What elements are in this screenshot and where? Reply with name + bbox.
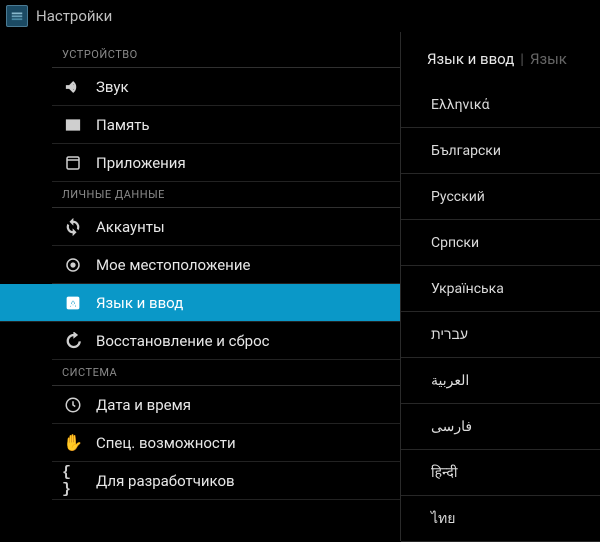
language-option[interactable]: Српски — [401, 220, 600, 266]
sidebar-item-label: Аккаунты — [96, 218, 165, 236]
sidebar-item-label: Приложения — [96, 154, 186, 172]
language-label: Русский — [431, 189, 485, 205]
sidebar-item-label: Для разработчиков — [96, 472, 235, 490]
language-label: Български — [431, 143, 501, 159]
section-header-system: СИСТЕМА — [52, 360, 400, 386]
language-label: العربية — [431, 373, 469, 389]
backup-reset-icon — [62, 330, 84, 352]
sidebar-item-storage[interactable]: Память — [52, 106, 400, 144]
breadcrumb-current: Язык и ввод — [427, 50, 514, 68]
sidebar-item-label: Спец. возможности — [96, 434, 236, 452]
language-option[interactable]: ไทย — [401, 496, 600, 542]
breadcrumb-separator: | — [520, 50, 524, 68]
language-option[interactable]: Български — [401, 128, 600, 174]
settings-app-icon — [6, 5, 28, 27]
breadcrumb: Язык и ввод | Язык — [401, 32, 600, 82]
sidebar-item-label: Мое местоположение — [96, 256, 250, 274]
language-option[interactable]: Ελληνικά — [401, 82, 600, 128]
sidebar-item-label: Память — [96, 116, 150, 134]
apps-icon — [62, 152, 84, 174]
sync-icon — [62, 216, 84, 238]
developer-icon: { } — [62, 470, 84, 492]
language-option[interactable]: فارسی — [401, 404, 600, 450]
accessibility-icon: ✋ — [62, 432, 84, 454]
language-label: ไทย — [431, 508, 455, 530]
app-title: Настройки — [36, 7, 112, 25]
sidebar-item-developer[interactable]: { } Для разработчиков — [52, 462, 400, 500]
sidebar-item-language[interactable]: A Язык и ввод — [0, 284, 400, 322]
language-option[interactable]: Українська — [401, 266, 600, 312]
language-label: فارسی — [431, 419, 472, 435]
sidebar-item-label: Дата и время — [96, 396, 191, 414]
language-option[interactable]: हिन्दी — [401, 450, 600, 496]
language-list: Ελληνικά Български Русский Српски Українська… — [401, 82, 600, 542]
storage-icon — [62, 114, 84, 136]
language-label: עברית — [431, 326, 468, 343]
sidebar-item-label: Язык и ввод — [96, 294, 183, 312]
language-label: हिन्दी — [431, 463, 457, 482]
sidebar-item-sound[interactable]: Звук — [52, 68, 400, 106]
section-header-device: УСТРОЙСТВО — [52, 42, 400, 68]
language-label: Ελληνικά — [431, 97, 490, 113]
location-icon — [62, 254, 84, 276]
sidebar-item-location[interactable]: Мое местоположение — [52, 246, 400, 284]
sidebar-item-accounts[interactable]: Аккаунты — [52, 208, 400, 246]
language-option[interactable]: Русский — [401, 174, 600, 220]
breadcrumb-sub: Язык — [530, 50, 567, 68]
sidebar-item-apps[interactable]: Приложения — [52, 144, 400, 182]
sound-icon — [62, 76, 84, 98]
sidebar-item-backup[interactable]: Восстановление и сброс — [52, 322, 400, 360]
language-option[interactable]: العربية — [401, 358, 600, 404]
language-option[interactable]: עברית — [401, 312, 600, 358]
sidebar-item-datetime[interactable]: Дата и время — [52, 386, 400, 424]
sidebar-item-label: Звук — [96, 78, 129, 96]
language-icon: A — [62, 292, 84, 314]
language-label: Српски — [431, 235, 479, 251]
clock-icon — [62, 394, 84, 416]
sidebar-item-label: Восстановление и сброс — [96, 332, 269, 350]
section-header-personal: ЛИЧНЫЕ ДАННЫЕ — [52, 182, 400, 208]
language-label: Українська — [431, 281, 504, 297]
sidebar-item-accessibility[interactable]: ✋ Спец. возможности — [52, 424, 400, 462]
svg-text:A: A — [69, 296, 77, 309]
